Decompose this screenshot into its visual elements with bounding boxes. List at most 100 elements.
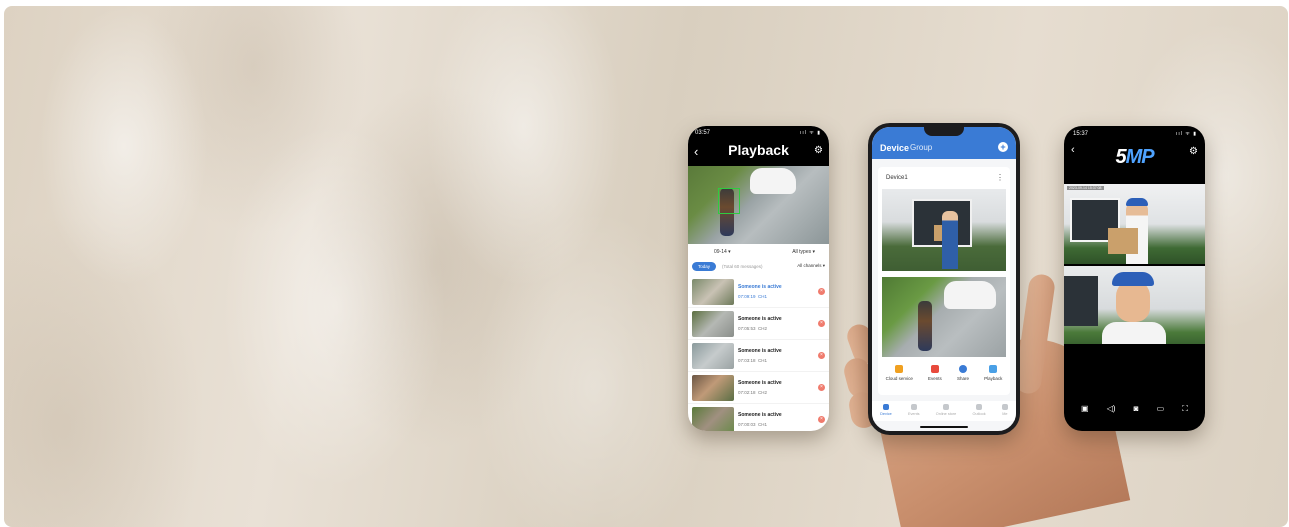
share-button[interactable]: Share [957,365,969,381]
person [918,301,932,351]
nav-item-events[interactable]: Events [908,401,920,421]
logo-suffix: MP [1125,146,1155,168]
delete-icon[interactable]: × [818,288,825,295]
shirt [1102,322,1166,344]
window [1064,276,1098,326]
event-label: Someone is active [738,412,782,418]
device-icon [882,404,889,410]
event-channel: CH1 [758,422,768,427]
device-phone: Device Group + Device1 ⋮ Cloud service E… [868,123,1020,435]
gear-icon[interactable]: ⚙ [814,145,823,156]
camera-feed[interactable] [882,189,1006,271]
chat-icon[interactable]: ▣ [1081,404,1089,414]
event-thumbnail [692,406,734,431]
action-label: Cloud service [885,376,913,381]
list-item[interactable]: Someone is active 07:02:18 CH2 × [688,372,829,404]
nav-label: Device [880,412,892,416]
playback-phone: 03:57 ııl ᯤ ▮ ‹ Playback ⚙ 09-14 ▾ All t… [688,126,829,431]
action-label: Events [928,376,942,381]
live-feed-closeup[interactable] [1064,266,1205,344]
cart-icon [943,404,950,410]
delete-icon[interactable]: × [818,416,825,423]
playback-icon [989,365,998,373]
action-label: Playback [984,376,1003,381]
hero-banner: 03:57 ııl ᯤ ▮ ‹ Playback ⚙ 09-14 ▾ All t… [4,6,1288,527]
delete-icon[interactable]: × [818,352,825,359]
camera-feed[interactable] [882,277,1006,357]
nav-label: Outlook [972,412,986,416]
camera-timestamp: 2023-09-14 15:37:08 [1067,186,1104,190]
date-filter[interactable]: 09-14 ▾ [714,249,731,260]
playback-title: Playback [728,142,789,158]
package [1108,228,1138,254]
nav-item-store[interactable]: Online store [936,401,956,421]
device-card: Device1 ⋮ Cloud service Events Share Pla… [878,167,1010,395]
speaker-icon[interactable]: ◁) [1107,404,1116,414]
delete-icon[interactable]: × [818,320,825,327]
tab-device[interactable]: Device [880,143,909,153]
event-channel: CH1 [758,294,768,299]
live-view-phone: 15:37 ııl ᯤ ▮ ‹ 5MP ⚙ 2023-09-14 15:37:0… [1064,126,1205,431]
nav-label: Online store [935,412,957,416]
live-feed-wide[interactable]: 2023-09-14 15:37:08 [1064,184,1205,264]
list-item[interactable]: Someone is active 07:03:18 CH1 × [688,340,829,372]
resolution-logo: 5MP [1064,146,1205,169]
nav-item-device[interactable]: Device [880,401,892,421]
detection-box [718,188,740,214]
event-thumbnail [692,342,734,369]
playback-video[interactable] [688,166,829,244]
bell-icon [930,365,939,373]
event-label: Someone is active [738,284,782,290]
action-label: Share [956,376,969,381]
playback-filter: 09-14 ▾ All types ▾ [688,244,829,260]
cap [1126,198,1148,206]
nav-label: Me [1002,412,1008,416]
fullscreen-icon[interactable]: ⛶ [1182,404,1188,414]
event-channel: CH2 [758,326,768,331]
events-button[interactable]: Events [928,365,942,381]
event-label: Someone is active [738,380,782,386]
logo-number: 5 [1115,146,1126,168]
event-channel: CH2 [758,390,768,395]
event-label: Someone is active [738,348,782,354]
status-time: 15:37 [1073,131,1089,137]
status-time: 03:57 [695,130,711,136]
status-icons: ııl ᯤ ▮ [1176,131,1197,137]
event-thumbnail [692,310,734,337]
nav-item-outlook[interactable]: Outlook [973,401,986,421]
car [750,168,796,194]
cloud-icon [976,404,983,410]
delivery-man [942,211,958,269]
types-filter[interactable]: All types ▾ [792,249,815,260]
cloud-service-button[interactable]: Cloud service [886,365,913,381]
more-icon[interactable]: ⋮ [996,173,1004,182]
status-icons: ııl ᯤ ▮ [800,130,821,136]
home-indicator [920,426,968,428]
share-icon [958,365,967,373]
camera-icon[interactable]: ◙ [1134,404,1139,414]
tab-today[interactable]: Today [692,261,717,271]
event-label: Someone is active [738,316,782,322]
list-item[interactable]: Someone is active 07:00:03 CH1 × [688,404,829,431]
gear-icon[interactable]: ⚙ [1189,146,1198,157]
event-channel: CH1 [758,358,768,363]
nav-label: Events [907,412,920,416]
tab-group[interactable]: Group [910,143,932,152]
event-thumbnail [692,278,734,305]
cloud-icon [895,365,904,373]
event-list: Someone is active 07:09:19 CH1 × Someone… [688,272,829,431]
nav-item-me[interactable]: Me [1001,401,1008,421]
list-item[interactable]: Someone is active 07:09:19 CH1 × [688,276,829,308]
playback-button[interactable]: Playback [984,365,1002,381]
car [944,281,996,309]
delete-icon[interactable]: × [818,384,825,391]
event-time: 07:09:19 [738,294,756,299]
phone-notch [924,127,964,136]
record-icon[interactable]: ▭ [1157,404,1165,414]
add-device-icon[interactable]: + [998,142,1008,152]
event-time: 07:02:18 [738,390,756,395]
channels-filter[interactable]: All channels ▾ [797,263,825,269]
message-icon [910,404,917,410]
list-item[interactable]: Someone is active 07:05:53 CH2 × [688,308,829,340]
device-actions: Cloud service Events Share Playback [878,365,1010,381]
